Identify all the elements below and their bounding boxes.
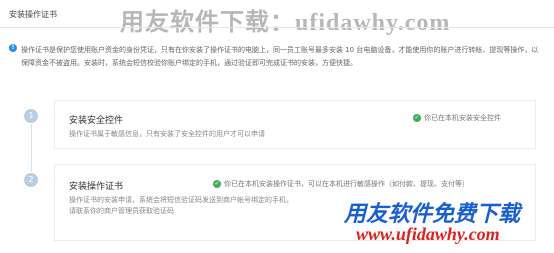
watermark-url: www.ufidawhy.com (356, 224, 500, 244)
step-2-status-text: 你已在本机安装操作证书，可以在本机进行敏感操作（如付款、提现、支付等） (224, 180, 469, 188)
check-circle-icon: ✓ (213, 180, 221, 188)
notice-text: 操作证书是保护您使用账户资金的身份凭证，只有在你安装了操作证书的电脑上，同一员工… (21, 46, 539, 67)
step-1-status-text: 你已在本机安装安全控件 (424, 114, 501, 122)
watermark-top: 用友软件下载：ufidawhy.com (120, 10, 451, 36)
timeline-connector (31, 124, 32, 172)
step-2-description-line2: 请联系你的商户管理员获取验证码 (69, 207, 174, 215)
step-2-title: 安装操作证书 (69, 182, 124, 192)
header-divider (0, 27, 554, 28)
check-circle-icon: ✓ (413, 114, 421, 122)
step-1-title: 安装安全控件 (69, 116, 124, 126)
step-1-description: 操作证书属于敏感信息，只有安装了安全控件的用户才可以申请 (69, 130, 265, 138)
notice: 操作证书是保护您使用账户资金的身份凭证，只有在你安装了操作证书的电脑上，同一员工… (9, 44, 544, 70)
step-card-install-control: 安装安全控件 操作证书属于敏感信息，只有安装了安全控件的用户才可以申请 ✓ 你已在… (54, 100, 536, 149)
step-1-status: ✓ 你已在本机安装安全控件 (413, 113, 501, 123)
step-2-status: ✓ 你已在本机安装操作证书，可以在本机进行敏感操作（如付款、提现、支付等） (213, 179, 469, 189)
step-1-number: 1 (24, 109, 38, 123)
step-2-description-line1: 操作证书的安装申请，系统会将短信验证码发送到商户帐号绑定的手机， (69, 196, 293, 204)
step-2-number: 2 (24, 173, 38, 187)
page-title: 安装操作证书 (9, 10, 57, 19)
watermark-bottom: 用友软件免费下载 www.ufidawhy.com (344, 196, 549, 248)
